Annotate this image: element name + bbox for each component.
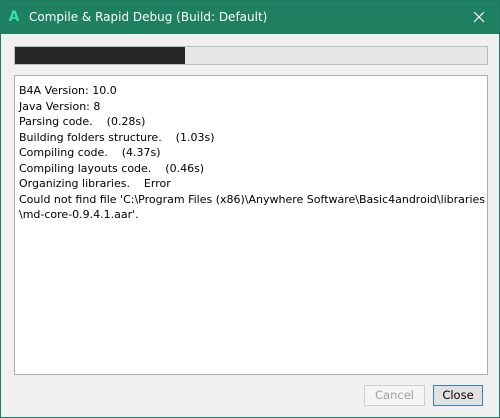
log-line: Could not find file 'C:\Program Files (x… [19,192,486,206]
cancel-button[interactable]: Cancel [364,385,425,406]
compile-log-textbox[interactable]: B4A Version: 10.0 Java Version: 8 Parsing … [14,75,488,375]
compile-progress-bar [14,46,488,65]
title-bar[interactable]: A Compile & Rapid Debug (Build: Default) [1,1,499,34]
log-line: Organizing libraries. Error [19,177,171,190]
compile-dialog: A Compile & Rapid Debug (Build: Default)… [0,0,500,418]
b4a-app-icon: A [8,9,20,25]
log-line: B4A Version: 10.0 [19,84,117,97]
log-line: Java Version: 8 [19,99,101,113]
close-icon[interactable] [471,9,487,25]
log-line: \md-core-0.9.4.1.aar'. [19,208,139,221]
progress-fill [15,47,185,64]
log-line: Compiling layouts code. (0.46s) [19,161,205,175]
window-title: Compile & Rapid Debug (Build: Default) [29,10,268,24]
log-line: Compiling code. (4.37s) [19,146,161,159]
close-button[interactable]: Close [433,385,483,406]
log-line: Parsing code. (0.28s) [19,115,146,128]
log-line: Building folders structure. (1.03s) [19,130,215,144]
